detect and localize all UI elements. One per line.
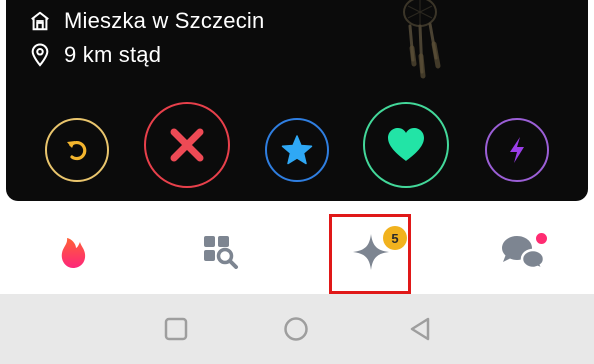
super-like-button[interactable] <box>265 118 329 182</box>
nav-tab-likes-you[interactable] <box>330 210 412 294</box>
distance-row: 9 km stąd <box>28 42 161 68</box>
distance-text: 9 km stąd <box>64 42 162 67</box>
house-icon <box>28 9 52 33</box>
dreamcatcher-photo-detail <box>403 0 441 79</box>
home-circle-icon <box>284 317 308 341</box>
rewind-button[interactable] <box>45 118 109 182</box>
boost-button[interactable] <box>485 118 549 182</box>
nav-tab-messages[interactable] <box>480 210 566 294</box>
likes-count-badge: 5 <box>383 226 407 250</box>
back-button[interactable] <box>400 294 440 364</box>
system-navigation-bar <box>0 294 594 364</box>
heart-icon <box>388 128 424 161</box>
like-button[interactable] <box>363 102 449 188</box>
lives-in-text: Mieszka w Szczecin <box>64 8 265 33</box>
lives-in-row: Mieszka w Szczecin <box>28 8 264 34</box>
flame-icon <box>61 238 86 268</box>
back-triangle-icon <box>410 317 430 341</box>
nav-tab-explore[interactable] <box>178 210 264 294</box>
lightning-icon <box>510 137 524 163</box>
home-button[interactable] <box>276 294 316 364</box>
star-icon <box>281 135 313 165</box>
rewind-icon <box>67 140 87 161</box>
recents-square-icon <box>164 317 188 341</box>
profile-card[interactable]: Mieszka w Szczecin 9 km stąd <box>6 0 588 201</box>
location-pin-icon <box>28 43 52 67</box>
explore-grid-icon <box>204 236 238 269</box>
bottom-nav-bar <box>0 210 594 294</box>
x-icon <box>170 128 204 162</box>
recents-button[interactable] <box>156 294 196 364</box>
app-screen: Mieszka w Szczecin 9 km stąd 5 <box>0 0 594 364</box>
new-message-dot <box>534 231 549 246</box>
nav-tab-swipe[interactable] <box>30 210 116 294</box>
nope-button[interactable] <box>144 102 230 188</box>
